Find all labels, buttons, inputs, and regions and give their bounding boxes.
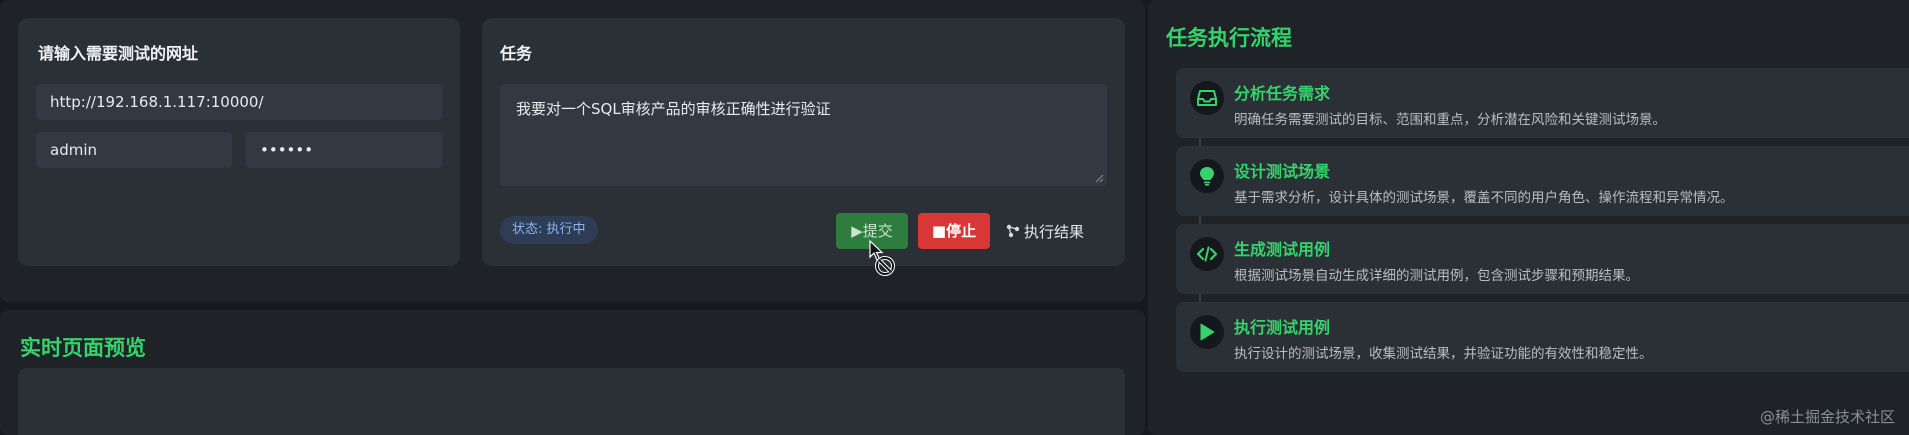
stop-button[interactable]: ■停止 xyxy=(918,213,990,249)
flow-connector xyxy=(1199,294,1201,302)
play-icon xyxy=(1190,315,1224,349)
share-nodes-icon xyxy=(1006,224,1020,238)
task-card-title: 任务 xyxy=(500,44,533,63)
flow-step-desc: 明确任务需要测试的目标、范围和重点，分析潜在风险和关键测试场景。 xyxy=(1234,112,1666,128)
lightbulb-icon xyxy=(1190,159,1224,193)
result-button[interactable]: 执行结果 xyxy=(1000,213,1090,249)
flow-connector xyxy=(1199,138,1201,146)
flow-step-title: 设计测试场景 xyxy=(1234,162,1331,181)
flow-step: 生成测试用例 根据测试场景自动生成详细的测试用例，包含测试步骤和预期结果。 xyxy=(1176,224,1909,294)
flow-connector xyxy=(1199,216,1201,224)
url-card-title: 请输入需要测试的网址 xyxy=(38,44,199,63)
flow-step-title: 分析任务需求 xyxy=(1234,84,1331,103)
code-icon xyxy=(1190,237,1224,271)
result-button-label: 执行结果 xyxy=(1023,222,1084,241)
status-badge: 状态: 执行中 xyxy=(500,216,598,244)
flow-step: 分析任务需求 明确任务需要测试的目标、范围和重点，分析潜在风险和关键测试场景。 xyxy=(1176,68,1909,138)
mouse-cursor-icon xyxy=(869,239,895,276)
inbox-icon xyxy=(1190,81,1224,115)
flow-step: 执行测试用例 执行设计的测试场景，收集测试结果，并验证功能的有效性和稳定性。 xyxy=(1176,302,1909,372)
flow-step-desc: 基于需求分析，设计具体的测试场景，覆盖不同的用户角色、操作流程和异常情况。 xyxy=(1234,190,1734,206)
password-input[interactable]: •••••• xyxy=(246,132,442,168)
url-input[interactable]: http://192.168.1.117:10000/ xyxy=(36,84,442,120)
preview-title: 实时页面预览 xyxy=(20,336,146,360)
flow-step-title: 生成测试用例 xyxy=(1234,240,1331,259)
username-input[interactable]: admin xyxy=(36,132,232,168)
watermark: @稀土掘金技术社区 xyxy=(1759,408,1895,426)
task-card: 任务 我要对一个SQL审核产品的审核正确性进行验证 状态: 执行中 ▶提交 ■停… xyxy=(482,18,1125,266)
url-card: 请输入需要测试的网址 http://192.168.1.117:10000/ a… xyxy=(18,18,460,266)
flow-step: 设计测试场景 基于需求分析，设计具体的测试场景，覆盖不同的用户角色、操作流程和异… xyxy=(1176,146,1909,216)
task-textarea[interactable]: 我要对一个SQL审核产品的审核正确性进行验证 xyxy=(500,84,1107,186)
flow-step-desc: 根据测试场景自动生成详细的测试用例，包含测试步骤和预期结果。 xyxy=(1234,268,1639,284)
task-textarea-text: 我要对一个SQL审核产品的审核正确性进行验证 xyxy=(516,100,831,118)
flow-step-title: 执行测试用例 xyxy=(1234,318,1331,337)
flow-step-desc: 执行设计的测试场景，收集测试结果，并验证功能的有效性和稳定性。 xyxy=(1234,346,1653,362)
flow-title: 任务执行流程 xyxy=(1166,26,1292,50)
resize-handle-icon[interactable] xyxy=(1094,173,1104,183)
preview-area xyxy=(18,368,1125,435)
